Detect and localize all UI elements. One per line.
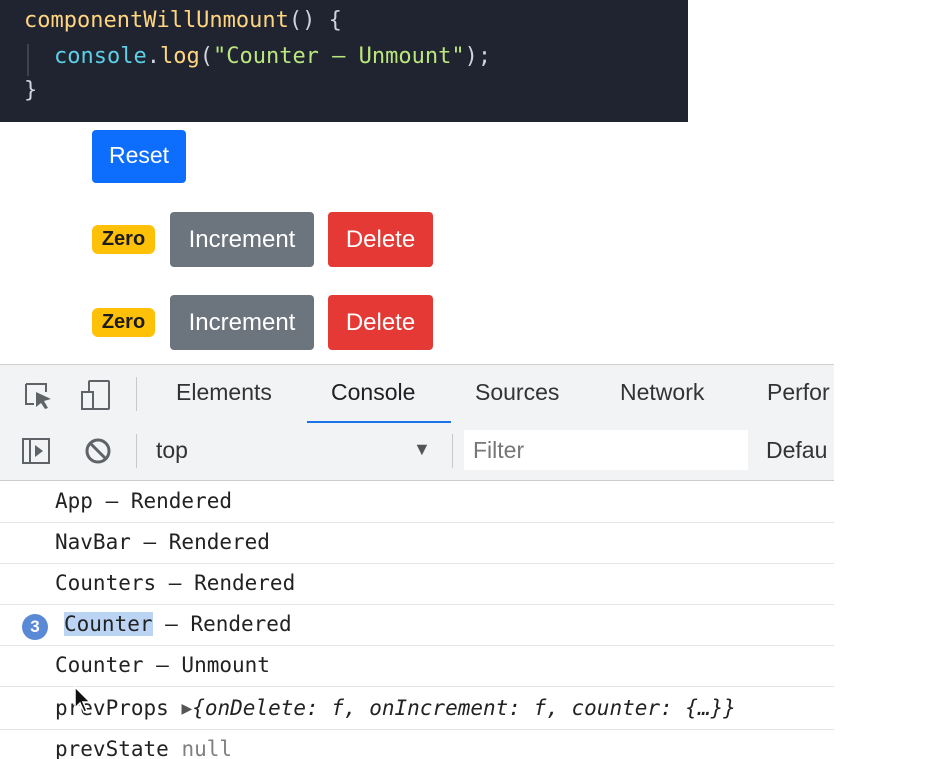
- separator: [136, 377, 137, 411]
- console-messages: App – Rendered NavBar – Rendered Counter…: [0, 482, 834, 759]
- code-editor: componentWillUnmount() { console.log("Co…: [0, 0, 688, 122]
- devtools-panel: Elements Console Sources Network Perfor …: [0, 364, 834, 759]
- inspect-element-icon[interactable]: [24, 382, 54, 415]
- tab-performance[interactable]: Perfor: [767, 379, 830, 406]
- tab-network[interactable]: Network: [620, 379, 704, 406]
- counter-value-badge: Zero: [92, 308, 155, 337]
- tab-console[interactable]: Console: [331, 379, 415, 406]
- tab-sources[interactable]: Sources: [475, 379, 559, 406]
- dropdown-caret-icon[interactable]: ▼: [413, 439, 431, 460]
- reset-button[interactable]: Reset: [92, 130, 186, 183]
- device-toolbar-icon[interactable]: [80, 379, 112, 416]
- increment-button[interactable]: Increment: [170, 295, 314, 350]
- mouse-cursor-icon: [73, 685, 93, 714]
- separator: [452, 434, 453, 468]
- console-message: NavBar – Rendered: [0, 523, 834, 564]
- console-message: 3 Counter – Rendered: [0, 605, 834, 646]
- code-line-2: console.log("Counter – Unmount");: [54, 44, 492, 69]
- clear-console-icon[interactable]: [84, 437, 112, 470]
- tab-elements[interactable]: Elements: [176, 379, 272, 406]
- indent-guide: [27, 44, 29, 76]
- delete-button[interactable]: Delete: [328, 295, 433, 350]
- console-message: App – Rendered: [0, 482, 834, 523]
- text-selection: Counter: [64, 612, 153, 636]
- console-message: prevState null: [55, 737, 233, 759]
- console-message[interactable]: prevProps ▶{onDelete: f, onIncrement: f,…: [0, 687, 834, 730]
- code-line-1: componentWillUnmount() {: [24, 8, 342, 33]
- expand-triangle-icon[interactable]: ▶: [181, 701, 192, 717]
- counter-value-badge: Zero: [92, 225, 155, 254]
- repeat-count-badge: 3: [22, 614, 48, 640]
- console-message: Counters – Rendered: [0, 564, 834, 605]
- object-preview[interactable]: {onDelete: f, onIncrement: f, counter: {…: [192, 696, 736, 720]
- sidebar-toggle-icon[interactable]: [22, 438, 50, 469]
- context-selector[interactable]: top: [156, 437, 188, 464]
- delete-button[interactable]: Delete: [328, 212, 433, 267]
- console-toolbar: top ▼ Defau: [0, 423, 834, 481]
- separator: [136, 434, 137, 468]
- code-line-3: }: [24, 78, 38, 103]
- console-message: Counter – Unmount: [0, 646, 834, 687]
- increment-button[interactable]: Increment: [170, 212, 314, 267]
- devtools-tab-bar: Elements Console Sources Network Perfor: [0, 364, 834, 424]
- filter-input[interactable]: [464, 430, 748, 470]
- log-levels-selector[interactable]: Defau: [766, 437, 827, 464]
